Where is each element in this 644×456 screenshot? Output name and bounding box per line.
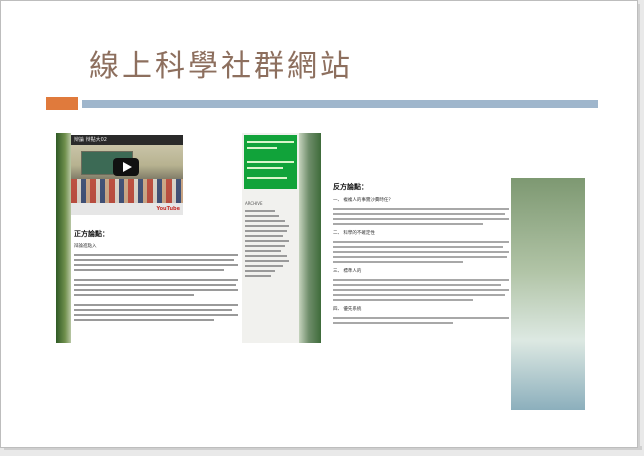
archive-item[interactable]: [245, 235, 283, 238]
text-line: [333, 246, 503, 248]
pro-heading: 正方論點：: [74, 230, 109, 238]
blog-screenshot-pro: 辩論 辩點大02 YouTube ARCHIVE 正方論點： 辩論進點入: [56, 133, 321, 343]
sidebar-banner[interactable]: [244, 135, 297, 189]
text-line: [333, 251, 509, 253]
text-line: [333, 322, 453, 324]
video-title: 辩論 辩點大02: [71, 135, 183, 145]
archive-label: ARCHIVE: [245, 201, 263, 206]
con-heading: 反方論點：: [333, 183, 368, 191]
text-line: [333, 213, 505, 215]
banner-text-line: [247, 161, 294, 163]
text-line: [333, 299, 473, 301]
text-line: [333, 241, 509, 243]
text-line: [333, 218, 509, 220]
play-icon[interactable]: [113, 158, 139, 176]
con-body-text: [333, 279, 509, 301]
forest-background-right: [299, 133, 321, 343]
archive-item[interactable]: [245, 220, 285, 223]
text-line: [74, 264, 238, 266]
con-point: 四、 優先系統: [333, 307, 362, 312]
con-body-text: [333, 208, 509, 225]
archive-item[interactable]: [245, 255, 287, 258]
text-line: [333, 279, 509, 281]
con-body-text: [333, 317, 509, 324]
text-line: [74, 319, 214, 321]
banner-text-line: [247, 147, 277, 149]
archive-item[interactable]: [245, 245, 285, 248]
forest-background-left: [56, 133, 71, 343]
archive-list: ARCHIVE: [245, 201, 297, 280]
slide-title: 線上科學社群網站: [89, 49, 353, 84]
text-line: [74, 259, 234, 261]
archive-item[interactable]: [245, 275, 271, 278]
forest-background: [511, 178, 585, 410]
archive-item[interactable]: [245, 240, 289, 243]
text-line: [333, 256, 507, 258]
blog-post-con: 反方論點： 一、 複複人的事實沙費時任？ 二、 科學的不確定性 三、 標準人的: [333, 182, 509, 327]
slide: 線上科學社群網站 辩論 辩點大02 YouTube ARCHIVE 正方論點： …: [0, 0, 638, 448]
archive-item[interactable]: [245, 270, 275, 273]
text-line: [74, 269, 224, 271]
blog-screenshot-con: 反方論點： 一、 複複人的事實沙費時任？ 二、 科學的不確定性 三、 標準人的: [323, 178, 585, 410]
blog-post-pro: 正方論點： 辩論進點入: [74, 229, 240, 324]
accent-bar-orange: [46, 97, 78, 110]
pro-subheading: 辩論進點入: [74, 244, 97, 249]
banner-text-line: [247, 141, 294, 143]
pro-body-text: [74, 254, 240, 321]
text-line: [74, 309, 232, 311]
archive-item[interactable]: [245, 215, 279, 218]
con-point: 二、 科學的不確定性: [333, 231, 375, 236]
con-body-text: [333, 241, 509, 263]
text-line: [333, 294, 505, 296]
archive-item[interactable]: [245, 265, 283, 268]
text-line: [333, 284, 501, 286]
text-line: [333, 289, 509, 291]
banner-text-line: [247, 177, 287, 179]
archive-item[interactable]: [245, 260, 289, 263]
text-line: [74, 289, 238, 291]
con-point: 三、 標準人的: [333, 269, 362, 274]
text-line: [333, 208, 509, 210]
archive-item[interactable]: [245, 230, 287, 233]
text-line: [74, 314, 238, 316]
video-player[interactable]: 辩論 辩點大02 YouTube: [71, 135, 183, 215]
text-line: [74, 304, 238, 306]
text-line: [74, 294, 194, 296]
text-line: [74, 279, 238, 281]
con-point: 一、 複複人的事實沙費時任？: [333, 198, 393, 203]
text-line: [74, 254, 238, 256]
archive-item[interactable]: [245, 210, 275, 213]
archive-item[interactable]: [245, 225, 289, 228]
text-line: [333, 317, 509, 319]
banner-text-line: [247, 167, 283, 169]
text-line: [74, 284, 236, 286]
text-line: [333, 261, 463, 263]
students: [71, 179, 183, 203]
text-line: [333, 223, 483, 225]
archive-item[interactable]: [245, 250, 281, 253]
accent-bar-blue: [82, 100, 598, 108]
youtube-logo: YouTube: [71, 203, 183, 215]
blog-sidebar: ARCHIVE: [242, 133, 299, 343]
